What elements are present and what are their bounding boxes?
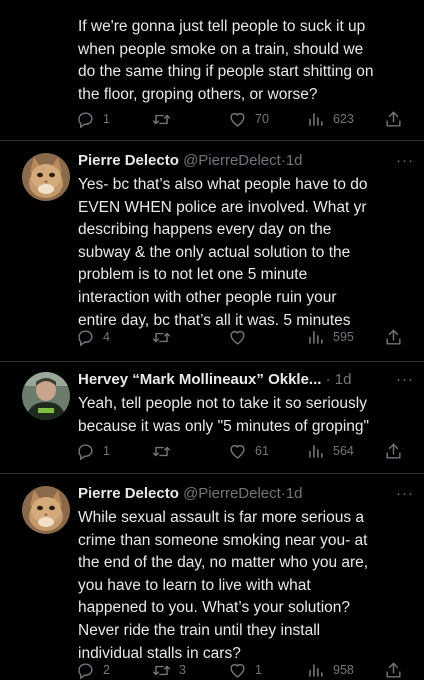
share-button[interactable] xyxy=(384,327,403,347)
retweet-button[interactable] xyxy=(152,109,179,129)
like-button[interactable] xyxy=(228,327,255,347)
tweet-actions: 1 61 564 xyxy=(76,441,406,461)
like-button[interactable]: 70 xyxy=(228,109,269,129)
share-icon xyxy=(384,110,403,129)
reply-count: 4 xyxy=(103,330,110,344)
reply-icon xyxy=(76,328,95,347)
reply-icon xyxy=(76,661,95,680)
like-icon xyxy=(228,328,247,347)
like-icon xyxy=(228,110,247,129)
tweet-actions: 4 595 xyxy=(76,327,406,347)
reply-button[interactable]: 1 xyxy=(76,441,110,461)
tweet-3[interactable]: Hervey “Mark Mollineaux” Okkle... · 1d ·… xyxy=(0,362,424,473)
retweet-count: 3 xyxy=(179,663,186,677)
tweet-body: Yeah, tell people not to take it so seri… xyxy=(78,395,370,435)
user-handle[interactable]: @PierreDelect xyxy=(183,485,281,502)
timestamp[interactable]: 1d xyxy=(335,371,352,388)
views-icon xyxy=(306,110,325,129)
views-count: 595 xyxy=(333,330,354,344)
views-button[interactable]: 958 xyxy=(306,660,354,680)
share-icon xyxy=(384,442,403,461)
tweet-2[interactable]: Pierre Delecto @PierreDelect·1d ··· Yes-… xyxy=(0,141,424,361)
retweet-icon xyxy=(152,442,171,461)
more-icon[interactable]: ··· xyxy=(396,370,414,390)
tweet-4[interactable]: Pierre Delecto @PierreDelect·1d ··· Whil… xyxy=(0,474,424,680)
tweet-header: Pierre Delecto @PierreDelect·1d ··· xyxy=(78,151,414,171)
timestamp[interactable]: 1d xyxy=(286,152,303,169)
share-button[interactable] xyxy=(384,109,403,129)
separator: · xyxy=(325,371,331,388)
views-count: 958 xyxy=(333,663,354,677)
views-icon xyxy=(306,661,325,680)
reply-button[interactable]: 1 xyxy=(76,109,110,129)
like-count: 1 xyxy=(255,663,262,677)
tweet-body: While sexual assault is far more serious… xyxy=(78,509,369,662)
display-name[interactable]: Pierre Delecto xyxy=(78,152,179,169)
retweet-button[interactable] xyxy=(152,441,179,461)
more-icon[interactable]: ··· xyxy=(396,151,414,171)
reply-icon xyxy=(76,442,95,461)
tweet-body: Yes- bc that’s also what people have to … xyxy=(78,176,368,329)
views-icon xyxy=(306,442,325,461)
like-button[interactable]: 61 xyxy=(228,441,269,461)
reply-count: 1 xyxy=(103,444,110,458)
retweet-icon xyxy=(152,661,171,680)
more-icon[interactable]: ··· xyxy=(396,484,414,504)
views-count: 564 xyxy=(333,444,354,458)
display-name[interactable]: Pierre Delecto xyxy=(78,485,179,502)
reply-button[interactable]: 2 xyxy=(76,660,110,680)
reply-count: 2 xyxy=(103,663,110,677)
retweet-button[interactable] xyxy=(152,327,179,347)
reply-icon xyxy=(76,110,95,129)
tweet-actions: 1 70 623 xyxy=(76,109,406,129)
tweet-header: Hervey “Mark Mollineaux” Okkle... · 1d ·… xyxy=(78,370,414,390)
display-name[interactable]: Hervey “Mark Mollineaux” Okkle... xyxy=(78,371,321,388)
timestamp[interactable]: 1d xyxy=(286,485,303,502)
like-icon xyxy=(228,442,247,461)
retweet-icon xyxy=(152,328,171,347)
views-button[interactable]: 595 xyxy=(306,327,354,347)
reply-button[interactable]: 4 xyxy=(76,327,110,347)
tweet-body: If we're gonna just tell people to suck … xyxy=(78,18,374,103)
tweet-1[interactable]: If we're gonna just tell people to suck … xyxy=(0,0,424,140)
share-icon xyxy=(384,661,403,680)
like-count: 61 xyxy=(255,444,269,458)
retweet-icon xyxy=(152,110,171,129)
views-button[interactable]: 623 xyxy=(306,109,354,129)
share-icon xyxy=(384,328,403,347)
share-button[interactable] xyxy=(384,660,403,680)
views-button[interactable]: 564 xyxy=(306,441,354,461)
like-icon xyxy=(228,661,247,680)
reply-count: 1 xyxy=(103,112,110,126)
like-count: 70 xyxy=(255,112,269,126)
views-count: 623 xyxy=(333,112,354,126)
avatar[interactable] xyxy=(22,486,70,534)
tweet-actions: 2 3 1 958 xyxy=(76,660,406,680)
user-handle[interactable]: @PierreDelect xyxy=(183,152,281,169)
avatar[interactable] xyxy=(22,153,70,201)
like-button[interactable]: 1 xyxy=(228,660,262,680)
tweet-header: Pierre Delecto @PierreDelect·1d ··· xyxy=(78,484,414,504)
views-icon xyxy=(306,328,325,347)
retweet-button[interactable]: 3 xyxy=(152,660,186,680)
share-button[interactable] xyxy=(384,441,403,461)
avatar[interactable] xyxy=(22,372,70,420)
